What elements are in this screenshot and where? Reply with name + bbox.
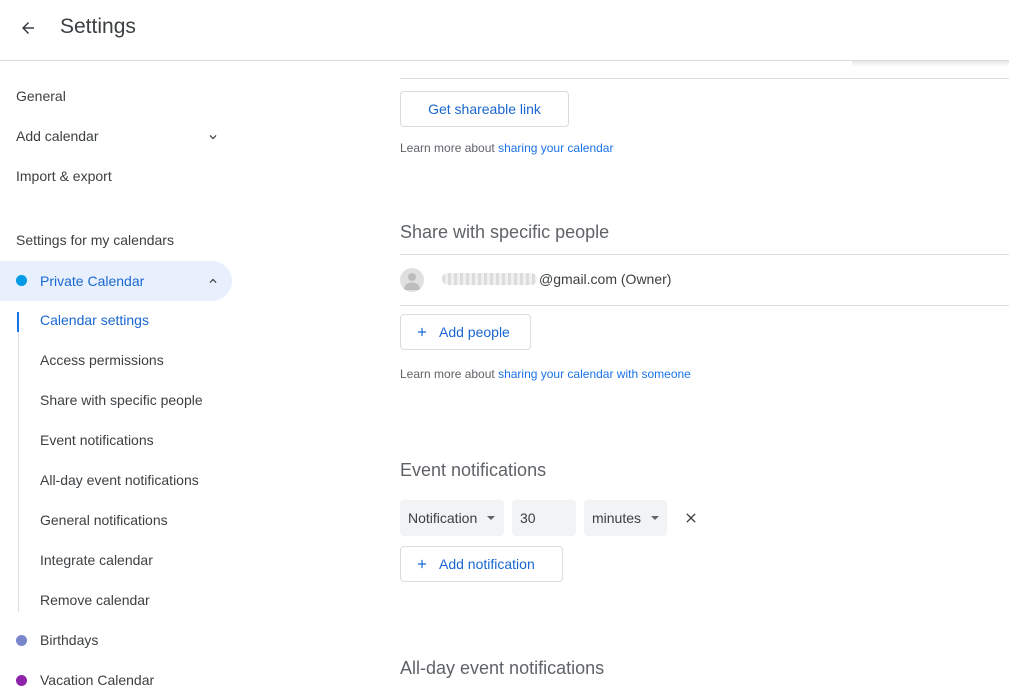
my-calendars-section-label: Settings for my calendars (16, 232, 174, 248)
sidebar-sub-integrate-calendar[interactable]: Integrate calendar (40, 552, 153, 568)
dropdown-caret-icon (651, 516, 660, 520)
select-value: Notification (408, 510, 478, 526)
select-value: minutes (592, 510, 642, 526)
redacted-username (442, 273, 537, 285)
settings-sidebar: General Add calendar Import & export Set… (0, 61, 260, 700)
sidebar-item-birthdays[interactable]: Birthdays (0, 622, 232, 658)
calendar-name: Birthdays (40, 632, 99, 648)
plus-icon (417, 327, 427, 337)
back-button[interactable] (12, 12, 44, 44)
button-label: Add people (439, 324, 510, 340)
avatar (400, 268, 424, 292)
notification-time-input[interactable]: 30 (512, 500, 576, 536)
notification-type-select[interactable]: Notification (400, 500, 504, 536)
sharing-your-calendar-link[interactable]: sharing your calendar (498, 141, 613, 155)
divider (400, 78, 1009, 79)
app-header: Settings (0, 0, 1009, 60)
calendar-color-dot (16, 675, 27, 686)
sidebar-item-private-calendar[interactable]: Private Calendar (0, 261, 232, 301)
plus-icon (417, 559, 427, 569)
learn-more-sharing-someone-text: Learn more about sharing your calendar w… (400, 367, 691, 381)
learn-more-prefix: Learn more about (400, 367, 499, 381)
get-shareable-link-button[interactable]: Get shareable link (400, 91, 569, 127)
calendar-name: Vacation Calendar (40, 672, 155, 688)
person-icon (404, 273, 420, 290)
close-icon (686, 513, 696, 523)
divider (400, 254, 1009, 255)
chevron-up-icon[interactable] (206, 274, 220, 288)
sharing-calendar-with-someone-link[interactable]: sharing your calendar with someone (498, 367, 691, 381)
divider (400, 305, 1009, 306)
submenu-rail (18, 312, 19, 612)
sidebar-sub-share-specific-people[interactable]: Share with specific people (40, 392, 203, 408)
calendar-name: Private Calendar (40, 273, 145, 289)
sidebar-sub-remove-calendar[interactable]: Remove calendar (40, 592, 150, 608)
button-label: Add notification (439, 556, 535, 572)
share-with-people-heading: Share with specific people (400, 222, 610, 242)
owner-email: @gmail.com (Owner) (539, 271, 672, 287)
sidebar-sub-event-notifications[interactable]: Event notifications (40, 432, 154, 448)
sidebar-sub-general-notifications[interactable]: General notifications (40, 512, 168, 528)
add-people-button[interactable]: Add people (400, 314, 531, 350)
allday-notifications-heading: All-day event notifications (400, 658, 605, 678)
sidebar-sub-calendar-settings[interactable]: Calendar settings (40, 312, 149, 328)
button-label: Get shareable link (428, 101, 541, 117)
dropdown-caret-icon (487, 516, 496, 520)
arrow-back-icon (22, 22, 34, 34)
add-notification-button[interactable]: Add notification (400, 546, 563, 582)
chevron-down-icon[interactable] (206, 130, 220, 144)
calendar-color-dot (16, 275, 27, 286)
page-title: Settings (60, 15, 136, 38)
sidebar-item-vacation-calendar[interactable]: Vacation Calendar (0, 662, 232, 698)
notification-unit-select[interactable]: minutes (584, 500, 667, 536)
remove-notification-button[interactable] (680, 507, 702, 529)
sidebar-item-add-calendar[interactable]: Add calendar (16, 128, 99, 144)
event-notifications-heading: Event notifications (400, 460, 547, 480)
calendar-color-dot (16, 635, 27, 646)
sidebar-sub-access-permissions[interactable]: Access permissions (40, 352, 164, 368)
learn-more-sharing-text: Learn more about sharing your calendar (400, 141, 613, 155)
settings-main-content: Get shareable link Learn more about shar… (260, 61, 1009, 700)
learn-more-prefix: Learn more about (400, 141, 499, 155)
input-value: 30 (520, 510, 536, 526)
submenu-active-indicator (17, 312, 19, 332)
sidebar-item-import-export[interactable]: Import & export (16, 168, 112, 184)
sidebar-sub-allday-notifications[interactable]: All-day event notifications (40, 472, 199, 488)
sidebar-item-general[interactable]: General (16, 88, 66, 104)
